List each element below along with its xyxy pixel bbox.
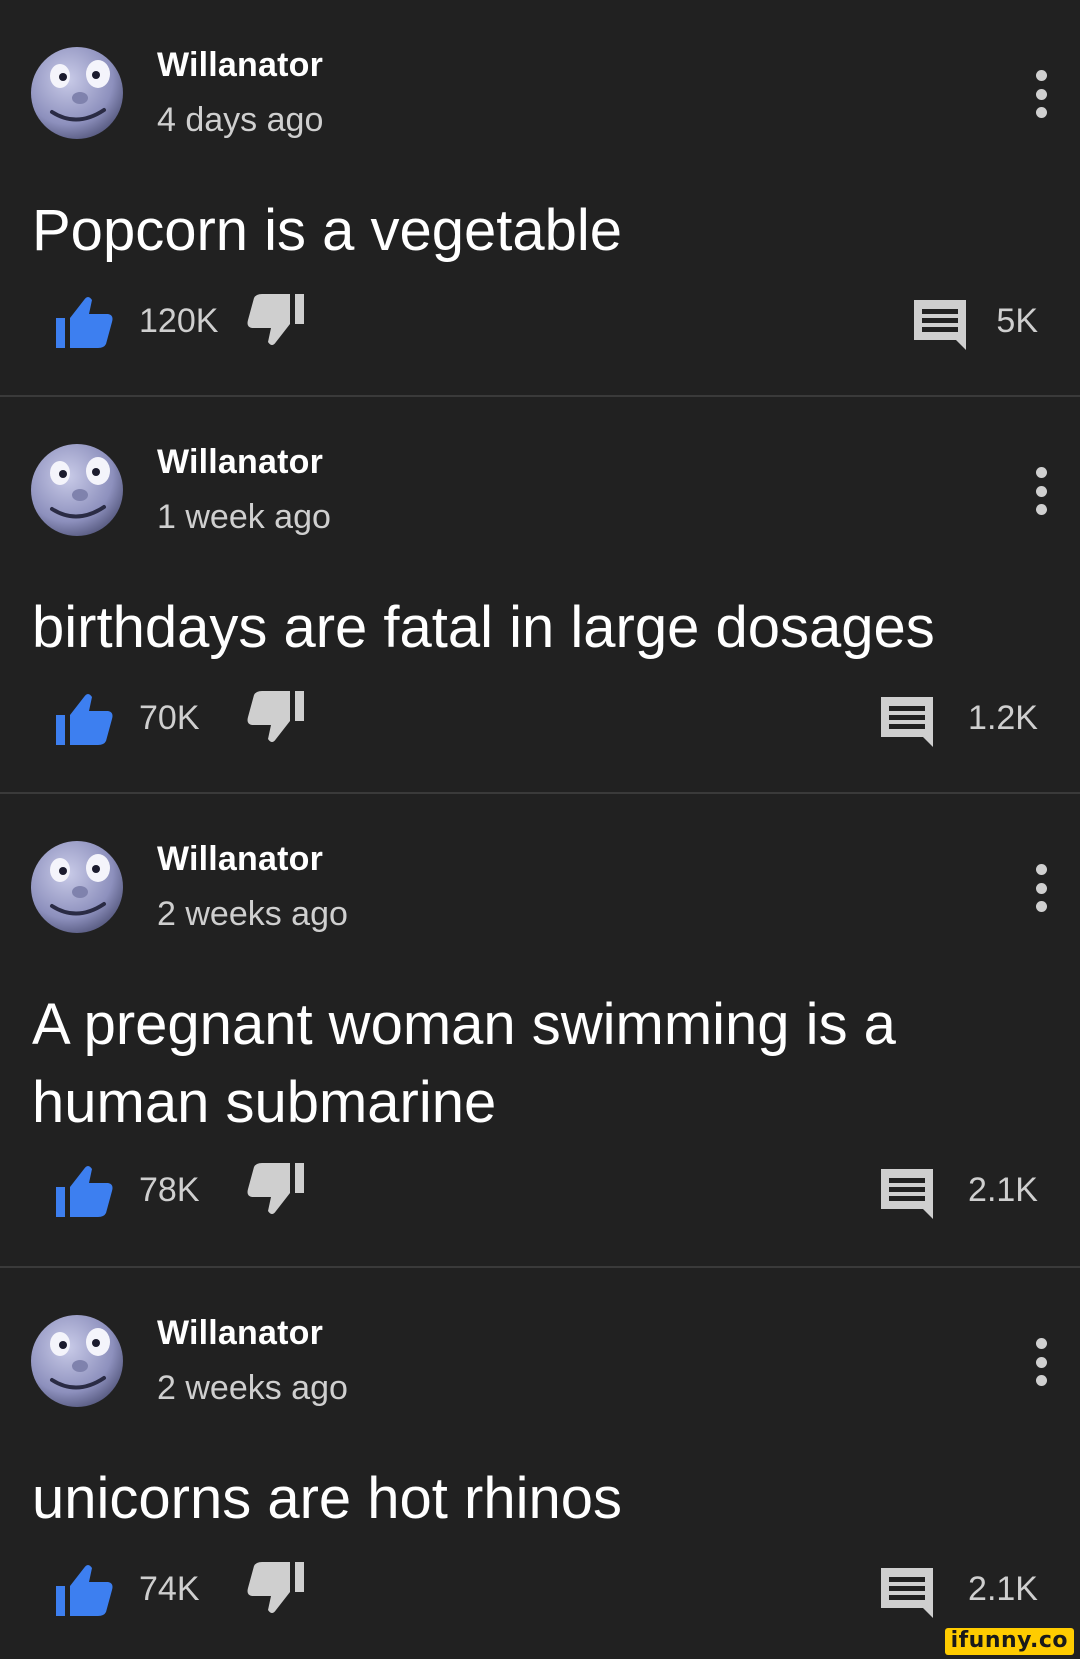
reply-comment-icon[interactable] xyxy=(912,298,968,352)
comment-actions: 74K 2.1K xyxy=(0,1558,1080,1622)
author-name[interactable]: Willanator xyxy=(157,840,323,879)
more-vertical-icon[interactable] xyxy=(1030,70,1052,118)
comment-item: Willanator 2 weeks ago A pregnant woman … xyxy=(0,794,1080,1268)
author-name[interactable]: Willanator xyxy=(157,46,323,85)
cartoon-face-avatar-icon xyxy=(31,841,123,933)
comment-text: birthdays are fatal in large dosages xyxy=(32,595,935,660)
avatar[interactable] xyxy=(30,46,124,140)
reply-count: 2.1K xyxy=(968,1171,1038,1209)
avatar[interactable] xyxy=(30,840,124,934)
like-count: 120K xyxy=(139,302,219,340)
thumbs-down-icon[interactable] xyxy=(244,689,306,747)
thumbs-up-icon[interactable] xyxy=(54,1161,116,1219)
reply-count: 2.1K xyxy=(968,1570,1038,1608)
comment-item: Willanator 2 weeks ago unicorns are hot … xyxy=(0,1268,1080,1644)
reply-comment-icon[interactable] xyxy=(879,1566,935,1620)
like-count: 70K xyxy=(139,699,200,737)
comment-item: Willanator 4 days ago Popcorn is a veget… xyxy=(0,0,1080,397)
author-name[interactable]: Willanator xyxy=(157,1314,323,1353)
comment-item: Willanator 1 week ago birthdays are fata… xyxy=(0,397,1080,794)
more-vertical-icon[interactable] xyxy=(1030,864,1052,912)
thumbs-down-icon[interactable] xyxy=(244,292,306,350)
more-vertical-icon[interactable] xyxy=(1030,467,1052,515)
thumbs-down-icon[interactable] xyxy=(244,1560,306,1618)
reply-count: 5K xyxy=(996,302,1038,340)
cartoon-face-avatar-icon xyxy=(31,1315,123,1407)
like-count: 74K xyxy=(139,1570,200,1608)
reply-comment-icon[interactable] xyxy=(879,1167,935,1221)
ifunny-watermark: ifunny.co xyxy=(944,1628,1074,1655)
reply-count: 1.2K xyxy=(968,699,1038,737)
thumbs-up-icon[interactable] xyxy=(54,292,116,350)
author-name[interactable]: Willanator xyxy=(157,443,323,482)
cartoon-face-avatar-icon xyxy=(31,47,123,139)
comment-actions: 78K 2.1K xyxy=(0,1159,1080,1223)
comment-timestamp: 4 days ago xyxy=(157,101,324,139)
avatar[interactable] xyxy=(30,1314,124,1408)
reply-comment-icon[interactable] xyxy=(879,695,935,749)
comment-timestamp: 2 weeks ago xyxy=(157,1369,348,1407)
comment-actions: 120K 5K xyxy=(0,290,1080,354)
avatar[interactable] xyxy=(30,443,124,537)
comment-text: unicorns are hot rhinos xyxy=(32,1466,622,1531)
thumbs-up-icon[interactable] xyxy=(54,689,116,747)
comment-actions: 70K 1.2K xyxy=(0,687,1080,751)
comment-timestamp: 1 week ago xyxy=(157,498,331,536)
like-count: 78K xyxy=(139,1171,200,1209)
comment-feed: Willanator 4 days ago Popcorn is a veget… xyxy=(0,0,1080,1644)
comment-timestamp: 2 weeks ago xyxy=(157,895,348,933)
thumbs-up-icon[interactable] xyxy=(54,1560,116,1618)
more-vertical-icon[interactable] xyxy=(1030,1338,1052,1386)
cartoon-face-avatar-icon xyxy=(31,444,123,536)
comment-text: A pregnant woman swimming is a human sub… xyxy=(32,992,896,1135)
comment-text: Popcorn is a vegetable xyxy=(32,198,623,263)
thumbs-down-icon[interactable] xyxy=(244,1161,306,1219)
